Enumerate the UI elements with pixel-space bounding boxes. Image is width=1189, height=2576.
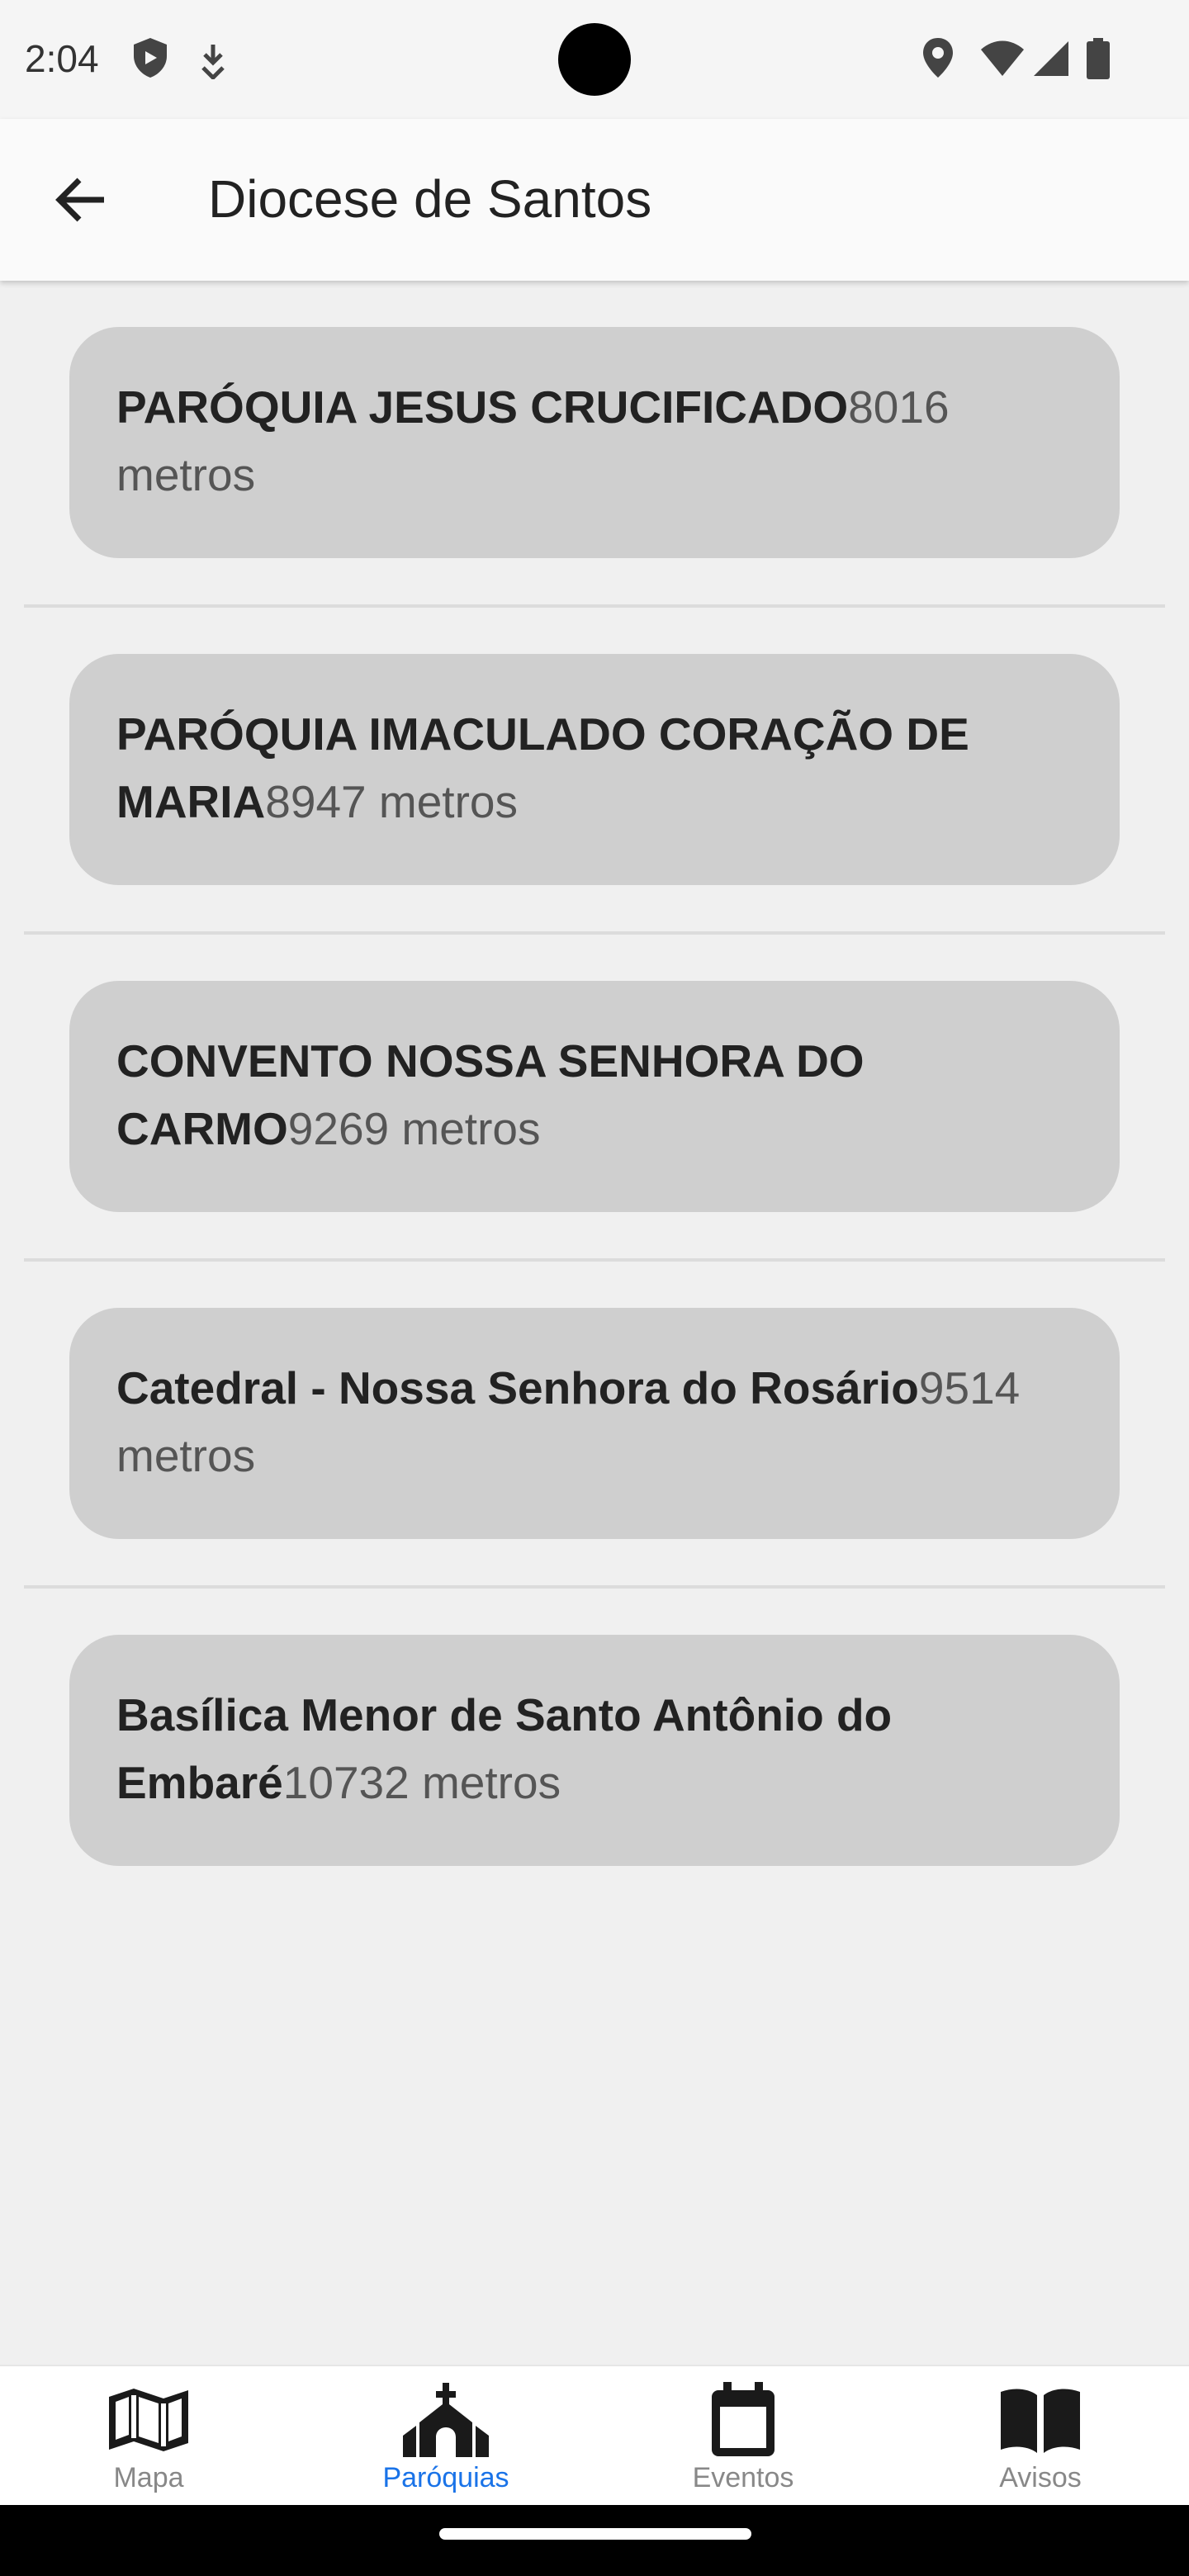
parish-card[interactable]: PARÓQUIA JESUS CRUCIFICADO8016 metros: [69, 327, 1120, 558]
parish-list[interactable]: PARÓQUIA JESUS CRUCIFICADO8016 metros PA…: [0, 281, 1189, 1915]
parish-name: Catedral - Nossa Senhora do Rosário: [116, 1362, 919, 1413]
nav-label-mapa: Mapa: [113, 2462, 184, 2493]
parish-distance: 8947 metros: [265, 776, 518, 827]
nav-item-mapa[interactable]: Mapa: [0, 2366, 297, 2507]
shield-icon: [130, 36, 170, 83]
book-icon: [997, 2381, 1083, 2459]
arrow-back-icon: [54, 177, 107, 227]
church-icon: [400, 2381, 492, 2459]
page-title: Diocese de Santos: [208, 169, 652, 229]
parish-card[interactable]: PARÓQUIA IMACULADO CORAÇÃO DE MARIA8947 …: [69, 654, 1120, 885]
nav-label-avisos: Avisos: [999, 2462, 1082, 2493]
battery-icon: [1087, 38, 1110, 83]
status-time: 2:04: [25, 37, 99, 80]
nav-item-paroquias[interactable]: Paróquias: [297, 2366, 594, 2507]
parish-card[interactable]: Catedral - Nossa Senhora do Rosário9514 …: [69, 1308, 1120, 1539]
map-icon: [106, 2381, 192, 2459]
status-bar: 2:04: [0, 0, 1189, 119]
list-item: Catedral - Nossa Senhora do Rosário9514 …: [0, 1262, 1189, 1589]
parish-distance: 10732 metros: [282, 1757, 561, 1808]
parish-card[interactable]: CONVENTO NOSSA SENHORA DO CARMO9269 metr…: [69, 981, 1120, 1212]
download-icon: [197, 43, 230, 83]
parish-name: PARÓQUIA IMACULADO CORAÇÃO DE MARIA: [116, 708, 969, 827]
gesture-bar: [0, 2505, 1189, 2576]
front-camera: [558, 23, 631, 96]
nav-item-eventos[interactable]: Eventos: [594, 2366, 892, 2507]
nav-label-paroquias: Paróquias: [382, 2462, 509, 2493]
calendar-icon: [708, 2381, 778, 2459]
nav-item-avisos[interactable]: Avisos: [892, 2366, 1189, 2507]
parish-distance: 9269 metros: [287, 1103, 541, 1154]
wifi-icon: [979, 40, 1026, 82]
app-bar: Diocese de Santos: [0, 119, 1189, 281]
list-item: PARÓQUIA JESUS CRUCIFICADO8016 metros: [0, 281, 1189, 608]
list-item: Basílica Menor de Santo Antônio do Embar…: [0, 1589, 1189, 1915]
location-icon: [921, 36, 955, 83]
parish-card[interactable]: Basílica Menor de Santo Antônio do Embar…: [69, 1635, 1120, 1866]
nav-label-eventos: Eventos: [692, 2462, 794, 2493]
home-gesture-handle[interactable]: [439, 2528, 751, 2540]
back-button[interactable]: [41, 167, 121, 236]
parish-name: PARÓQUIA JESUS CRUCIFICADO: [116, 381, 849, 433]
bottom-navigation: Mapa Paróquias Eventos Avisos: [0, 2365, 1189, 2505]
list-item: CONVENTO NOSSA SENHORA DO CARMO9269 metr…: [0, 935, 1189, 1262]
signal-icon: [1032, 40, 1070, 82]
list-item: PARÓQUIA IMACULADO CORAÇÃO DE MARIA8947 …: [0, 608, 1189, 935]
